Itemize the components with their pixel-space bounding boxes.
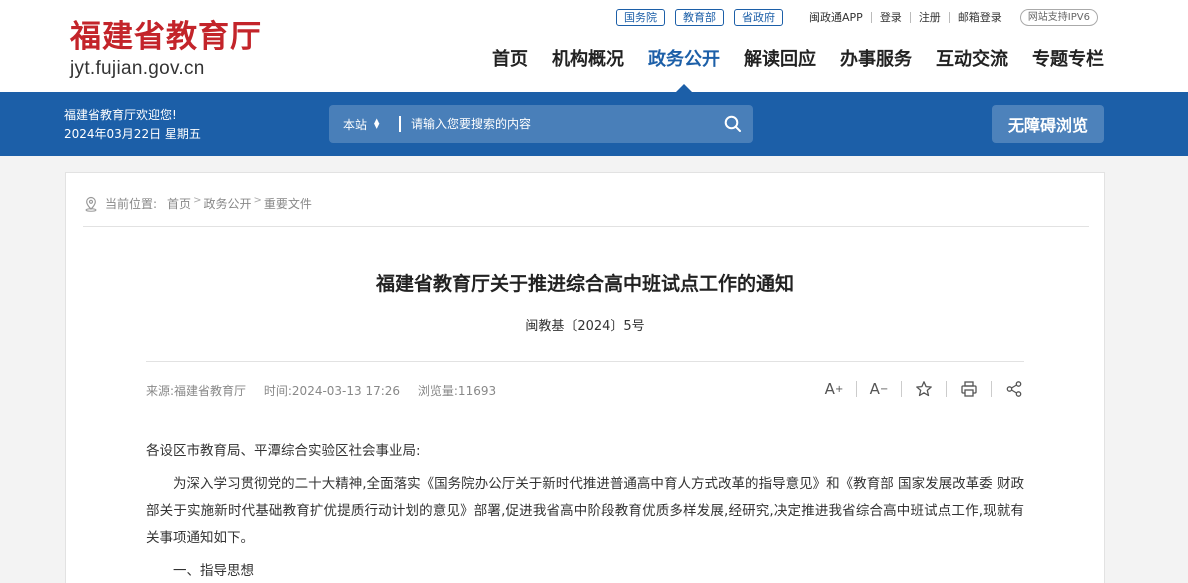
nav-topics[interactable]: 专题专栏 bbox=[1032, 48, 1104, 72]
nav-interaction[interactable]: 互动交流 bbox=[936, 48, 1008, 72]
salutation: 各设区市教育局、平潭综合实验区社会事业局: bbox=[146, 443, 421, 459]
welcome-block: 福建省教育厅欢迎您! 2024年03月22日 星期五 bbox=[64, 106, 201, 144]
site-logo[interactable]: 福建省教育厅 jyt.fujian.gov.cn bbox=[70, 18, 262, 80]
print-icon[interactable] bbox=[956, 378, 982, 400]
nav-interpretation[interactable]: 解读回应 bbox=[744, 48, 816, 72]
article-source: 来源:福建省教育厅 bbox=[146, 384, 247, 398]
search-input[interactable] bbox=[411, 105, 713, 143]
article-body: 各设区市教育局、平潭综合实验区社会事业局: 为深入学习贯彻党的二十大精神,全面落… bbox=[146, 438, 1024, 583]
article-meta: 来源:福建省教育厅 时间:2024-03-13 17:26 浏览量:11693 bbox=[146, 382, 496, 399]
nav-gov-affairs[interactable]: 政务公开 bbox=[648, 48, 720, 92]
top-links: 国务院 教育部 省政府 闽政通APP 登录 注册 邮箱登录 网站支持IPV6 bbox=[616, 8, 1098, 26]
article-tools: A + A − bbox=[821, 378, 1027, 400]
share-icon[interactable] bbox=[1001, 378, 1027, 400]
ipv6-badge: 网站支持IPV6 bbox=[1019, 8, 1098, 26]
chevron-right-icon: > bbox=[193, 195, 202, 206]
current-date: 2024年03月22日 星期五 bbox=[64, 127, 201, 141]
nav-services[interactable]: 办事服务 bbox=[840, 48, 912, 72]
font-decrease-icon[interactable]: A − bbox=[866, 378, 892, 400]
search-icon[interactable] bbox=[713, 105, 753, 143]
chevron-right-icon: > bbox=[253, 195, 262, 206]
article-card: 当前位置: 首页 > 政务公开 > 重要文件 福建省教育厅关于推进综合高中班试点… bbox=[65, 172, 1105, 583]
logo-domain: jyt.fujian.gov.cn bbox=[70, 58, 205, 79]
section-heading: 一、指导思想 bbox=[173, 563, 254, 579]
search-scope-select[interactable]: 本站 ▲ ▼ bbox=[329, 116, 399, 133]
link-province-gov[interactable]: 省政府 bbox=[734, 8, 784, 26]
link-state-council[interactable]: 国务院 bbox=[616, 8, 666, 26]
article-title: 福建省教育厅关于推进综合高中班试点工作的通知 bbox=[375, 273, 794, 295]
star-favorite-icon[interactable] bbox=[911, 378, 937, 400]
article-time: 时间:2024-03-13 17:26 bbox=[263, 384, 401, 398]
site-header: 福建省教育厅 jyt.fujian.gov.cn 国务院 教育部 省政府 闽政通… bbox=[0, 0, 1188, 92]
article-views: 浏览量:11693 bbox=[417, 384, 497, 398]
link-register[interactable]: 注册 bbox=[909, 11, 949, 23]
link-mail-login[interactable]: 邮箱登录 bbox=[948, 11, 1010, 23]
link-mzt-app[interactable]: 闽政通APP bbox=[801, 12, 871, 23]
accessible-browse-button[interactable]: 无障碍浏览 bbox=[992, 105, 1104, 143]
link-ministry-education[interactable]: 教育部 bbox=[675, 8, 725, 26]
paragraph: 为深入学习贯彻党的二十大精神,全面落实《国务院办公厅关于新时代推进普通高中育人方… bbox=[146, 476, 1024, 546]
breadcrumb-gov-affairs[interactable]: 政务公开 bbox=[203, 195, 251, 212]
breadcrumb-home[interactable]: 首页 bbox=[167, 195, 191, 212]
logo-chinese: 福建省教育厅 bbox=[70, 19, 262, 55]
nav-home[interactable]: 首页 bbox=[492, 48, 528, 72]
sort-arrows-icon: ▲ ▼ bbox=[374, 117, 380, 130]
welcome-text: 福建省教育厅欢迎您! bbox=[64, 108, 177, 122]
search-separator bbox=[399, 116, 401, 132]
font-increase-icon[interactable]: A + bbox=[821, 378, 847, 400]
search-scope-label: 本站 bbox=[343, 117, 368, 132]
breadcrumb: 当前位置: 首页 > 政务公开 > 重要文件 bbox=[83, 195, 1089, 227]
location-pin-icon bbox=[83, 196, 99, 212]
title-divider bbox=[146, 361, 1024, 362]
link-login[interactable]: 登录 bbox=[870, 11, 910, 23]
main-nav: 首页 机构概况 政务公开 解读回应 办事服务 互动交流 专题专栏 bbox=[468, 48, 1104, 92]
breadcrumb-label: 当前位置: bbox=[105, 197, 158, 211]
nav-organization[interactable]: 机构概况 bbox=[552, 48, 624, 72]
breadcrumb-important-docs[interactable]: 重要文件 bbox=[264, 195, 312, 212]
search-box: 本站 ▲ ▼ bbox=[329, 105, 753, 143]
search-bar-band: 福建省教育厅欢迎您! 2024年03月22日 星期五 本站 ▲▼ 无障碍浏览 bbox=[0, 92, 1188, 156]
document-number: 闽教基〔2024〕5号 bbox=[525, 319, 645, 334]
